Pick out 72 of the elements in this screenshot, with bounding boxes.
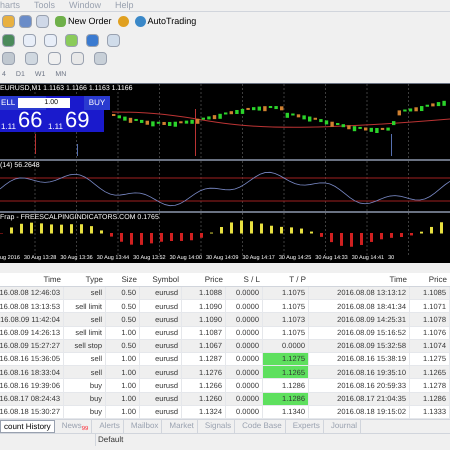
menu-item[interactable]: harts: [0, 0, 20, 12]
panel-tab[interactable]: News$_{99}$: [58, 420, 92, 433]
histogram-bar: [380, 233, 383, 240]
histogram-bar: [190, 233, 193, 241]
histogram-bar: [320, 233, 323, 238]
histogram-bar: [160, 233, 163, 242]
histogram-bar: [370, 233, 373, 242]
column-header[interactable]: Time: [309, 274, 410, 286]
histogram-bar: [20, 224, 23, 234]
histogram-bar: [360, 233, 363, 246]
menu-item[interactable]: Window: [69, 0, 102, 12]
histogram-bar: [40, 224, 43, 234]
column-header[interactable]: Type: [64, 274, 106, 286]
buy-button[interactable]: BUY: [84, 96, 110, 110]
panel-tab[interactable]: Mailbox: [128, 420, 162, 433]
autotrading-button[interactable]: AutoTrading: [132, 14, 198, 28]
histogram-bar: [340, 233, 343, 246]
histogram-bar: [420, 232, 423, 234]
column-header[interactable]: Price: [182, 274, 226, 286]
histogram-bar: [30, 222, 33, 234]
panel-tab[interactable]: Journal: [328, 420, 362, 433]
bid-price: 1.11 66: [0, 110, 44, 132]
histogram-bar: [100, 230, 103, 234]
panel-tab[interactable]: Alerts: [96, 420, 124, 433]
menu-item[interactable]: Tools: [34, 0, 56, 12]
histogram-bar: [430, 227, 433, 234]
histogram-bar: [250, 222, 253, 234]
histogram-bar: [180, 233, 183, 242]
histogram-bar: [230, 222, 233, 234]
histogram-bar: [280, 227, 283, 234]
column-header[interactable]: T / P: [263, 274, 309, 286]
histogram-bar: [390, 233, 393, 238]
histogram-bar: [60, 224, 63, 234]
histogram-bar: [70, 224, 73, 234]
column-header[interactable]: Symbol: [140, 274, 182, 286]
histogram-bar: [300, 228, 303, 234]
histogram-bar: [440, 222, 443, 234]
histogram-bar: [310, 232, 313, 234]
histogram-bar: [120, 233, 123, 242]
histogram-bar: [290, 228, 293, 234]
unread-count: 99: [82, 426, 88, 432]
histogram-bar: [270, 226, 273, 234]
histogram-bar: [140, 233, 143, 246]
menu-item[interactable]: Help: [115, 0, 134, 12]
column-header[interactable]: Time: [0, 274, 64, 286]
histogram-bar: [240, 220, 243, 234]
panel-tab[interactable]: Market: [166, 420, 198, 433]
histogram-bar: [200, 233, 203, 238]
column-header[interactable]: Price: [410, 274, 450, 286]
histogram-bar: [410, 233, 413, 236]
histogram-bar: [110, 233, 113, 237]
histogram-bar: [50, 224, 53, 234]
histogram-bar: [10, 228, 13, 234]
panel-tab[interactable]: Code Base: [239, 420, 286, 433]
panel-tab[interactable]: Signals: [202, 420, 236, 433]
histogram-bar: [90, 226, 93, 234]
histogram-bar: [260, 224, 263, 234]
panel-tab[interactable]: count History: [0, 420, 55, 433]
histogram-bar: [80, 224, 83, 234]
column-header[interactable]: Size: [106, 274, 140, 286]
histogram-bar: [130, 233, 133, 245]
histogram-bar: [330, 233, 333, 242]
histogram-bar: [350, 233, 353, 248]
histogram-bar: [150, 233, 153, 244]
panel-tab[interactable]: Experts: [290, 420, 324, 433]
new-order-button[interactable]: New Order: [53, 14, 114, 28]
histogram-bar: [170, 233, 173, 242]
status-profile: Default: [95, 434, 124, 446]
histogram-bar: [400, 233, 403, 238]
histogram-bar: [220, 227, 223, 234]
column-header[interactable]: S / L: [226, 274, 263, 286]
ask-price: 1.11 69: [47, 110, 90, 132]
